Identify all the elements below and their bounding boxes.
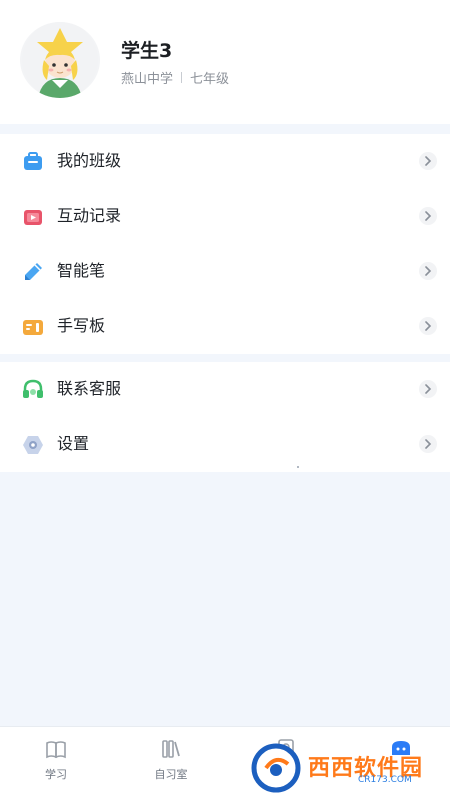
record-icon: [21, 205, 45, 229]
menu-item-customer-service[interactable]: 联系客服: [0, 362, 450, 417]
tab-label: 自习室: [154, 768, 188, 781]
menu-item-settings[interactable]: 设置: [0, 417, 450, 472]
menu-item-writing-tablet[interactable]: 手写板: [0, 299, 450, 354]
tablet-icon: [21, 315, 45, 339]
grade-label: 七年级: [190, 72, 230, 87]
menu-item-interaction-records[interactable]: 互动记录: [0, 189, 450, 244]
watermark-logo: 西西软件园 CR173.COM: [250, 742, 430, 794]
school-name: 燕山中学: [121, 72, 174, 87]
menu-item-label: 设置: [57, 434, 90, 453]
menu-item-label: 手写板: [57, 316, 106, 335]
avatar[interactable]: [20, 22, 100, 98]
menu-item-smart-pen[interactable]: 智能笔: [0, 244, 450, 299]
school-info: 燕山中学 七年级: [121, 68, 229, 87]
tab-study-room[interactable]: 自习室: [115, 727, 227, 800]
tab-label: 学习: [45, 768, 67, 781]
watermark-emblem-icon: [251, 743, 301, 793]
menu-item-label: 我的班级: [57, 151, 122, 170]
tab-study[interactable]: 学习: [0, 727, 112, 800]
avatar-illustration: [22, 22, 98, 98]
watermark-subtext: CR173.COM: [358, 775, 412, 785]
user-name: 学生3: [121, 40, 173, 62]
class-icon: [21, 150, 45, 174]
book-icon: [44, 737, 68, 761]
menu-item-my-class[interactable]: 我的班级: [0, 134, 450, 189]
decorative-dot: [297, 466, 299, 468]
menu-item-label: 智能笔: [57, 261, 106, 280]
chevron-right-icon: [419, 380, 437, 398]
chevron-right-icon: [419, 262, 437, 280]
chevron-right-icon: [419, 152, 437, 170]
separator: [181, 72, 183, 83]
menu-item-label: 互动记录: [57, 206, 122, 225]
study-room-icon: [159, 737, 183, 761]
chevron-right-icon: [419, 435, 437, 453]
menu-group-main: 我的班级 互动记录 智能笔 手写板: [0, 134, 450, 354]
pen-icon: [21, 260, 45, 284]
headset-icon: [21, 378, 45, 402]
profile-header[interactable]: 学生3 燕山中学 七年级: [0, 0, 450, 124]
chevron-right-icon: [419, 207, 437, 225]
chevron-right-icon: [419, 317, 437, 335]
menu-item-label: 联系客服: [57, 379, 122, 398]
settings-icon: [21, 433, 45, 457]
menu-group-support: 联系客服 设置: [0, 362, 450, 472]
